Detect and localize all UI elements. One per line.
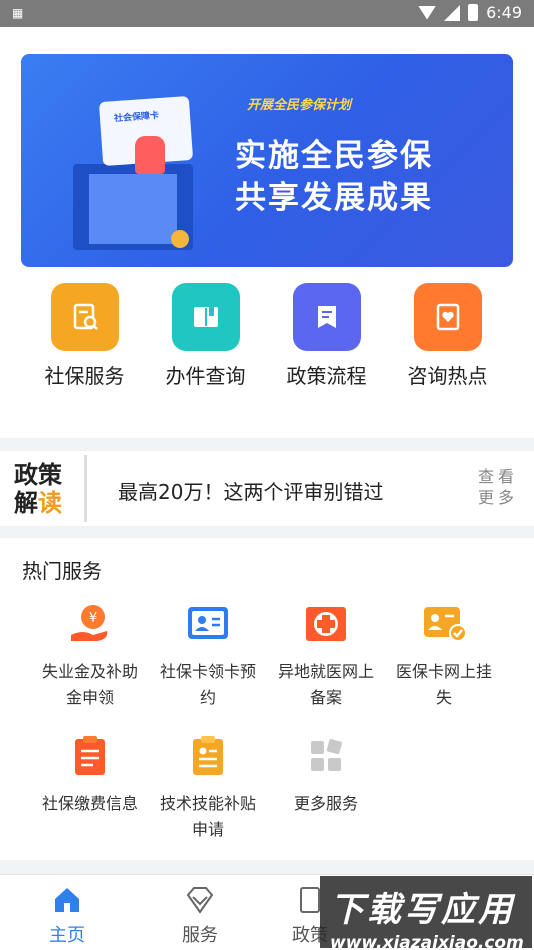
- service-label-line1: 社保缴费信息: [41, 794, 138, 813]
- service-label: 更多服务: [267, 791, 385, 817]
- service-remote-medical[interactable]: 异地就医网上 备案: [267, 601, 385, 711]
- coin-illustration: [171, 230, 189, 248]
- policy-logo-bottom-a: 解: [14, 489, 38, 517]
- quick-item-label: 社保服务: [44, 364, 125, 388]
- status-bar: ▦ 6:49: [0, 0, 534, 27]
- service-label: 社保卡领卡预约: [149, 659, 267, 711]
- service-label: 异地就医网上 备案: [267, 659, 385, 711]
- qr-icon: ▦: [12, 6, 24, 20]
- card-text: 社会保障卡: [113, 111, 160, 125]
- quick-item-label: 咨询热点: [407, 364, 488, 388]
- wifi-icon: [418, 5, 437, 20]
- service-label-line1: 技术技能补贴: [159, 794, 256, 813]
- quick-menu: 社保服务 办件查询 政策流程 咨询热点: [0, 283, 534, 389]
- service-unemployment[interactable]: ¥ 失业金及补助 金申领: [31, 601, 149, 711]
- service-label: 医保卡网上挂失: [385, 659, 503, 711]
- service-card-appointment[interactable]: 社保卡领卡预约: [149, 601, 267, 711]
- section-title: 热门服务: [22, 559, 102, 583]
- policy-headline[interactable]: 最高20万！这两个评审别错过: [118, 476, 383, 505]
- service-label-line2: 约: [199, 688, 216, 707]
- hot-services-section: 热门服务 ¥ 失业金及补助 金申领 社保卡领卡预约 异地就医网上 备案 医保卡网上挂…: [0, 538, 534, 860]
- policy-strip[interactable]: 政策 解读 最高20万！这两个评审别错过 查看 更多: [0, 451, 534, 526]
- nav-services[interactable]: 服务: [160, 885, 240, 947]
- service-label-line1: 更多服务: [293, 794, 358, 813]
- diamond-icon: [186, 887, 214, 914]
- service-skill-subsidy[interactable]: 技术技能补贴 申请: [149, 733, 267, 843]
- nav-label: 服务: [182, 925, 218, 946]
- home-icon: [55, 888, 79, 912]
- watermark-line2: www.xiazaixiao.com: [330, 933, 524, 950]
- status-time: 6:49: [486, 3, 522, 22]
- policy-logo-top: 政策: [14, 461, 62, 489]
- quick-item-label: 办件查询: [165, 364, 246, 388]
- clipboard-yellow-icon: [185, 733, 231, 779]
- banner-headline-1: 实施全民参保: [235, 138, 433, 174]
- medical-cross-icon: [303, 601, 349, 647]
- card-check-icon: [421, 601, 467, 647]
- service-payment-info[interactable]: 社保缴费信息: [31, 733, 149, 817]
- service-more[interactable]: 更多服务: [267, 733, 385, 817]
- doc-search-icon: [50, 283, 119, 351]
- service-label-line2: 申请: [191, 820, 224, 839]
- service-label: 技术技能补贴 申请: [149, 791, 267, 843]
- service-label-line1: 医保卡网上挂: [395, 662, 492, 681]
- person-illustration: [135, 136, 165, 174]
- book-icon: [171, 283, 240, 351]
- signal-icon: [444, 4, 461, 21]
- quick-item-social-service[interactable]: 社保服务: [24, 283, 145, 389]
- service-label: 社保缴费信息: [31, 791, 149, 817]
- service-label-line2: 备案: [309, 688, 342, 707]
- nav-label: 主页: [49, 925, 85, 946]
- battery-icon: [468, 4, 479, 21]
- heart-note-icon: [413, 283, 482, 351]
- clipboard-icon: [67, 733, 113, 779]
- banner-pedestal-inner: [89, 174, 177, 244]
- service-label-line1: 失业金及补助: [41, 662, 138, 681]
- service-label-line1: 异地就医网上: [277, 662, 374, 681]
- watermark-line1: 下载写应用: [330, 890, 515, 930]
- divider: [84, 455, 87, 522]
- view-more-line2: 更多: [478, 488, 519, 507]
- quick-item-policy-process[interactable]: 政策流程: [266, 283, 387, 389]
- service-label: 失业金及补助 金申领: [31, 659, 149, 711]
- grid-more-icon: [303, 733, 349, 779]
- svg-text:¥: ¥: [89, 611, 97, 626]
- view-more-button[interactable]: 查看 更多: [478, 466, 518, 508]
- quick-item-label: 政策流程: [286, 364, 367, 388]
- service-label-line2: 失: [435, 688, 452, 707]
- watermark-overlay: 下载写应用 www.xiazaixiao.com: [320, 876, 532, 950]
- view-more-line1: 查看: [478, 467, 519, 486]
- quick-item-hot-consult[interactable]: 咨询热点: [387, 283, 508, 389]
- promo-banner[interactable]: 社会保障卡 开展全民参保计划 实施全民参保 共享发展成果: [21, 54, 513, 267]
- quick-item-case-query[interactable]: 办件查询: [145, 283, 266, 389]
- banner-headline-2: 共享发展成果: [235, 180, 433, 216]
- policy-logo-bottom-b: 读: [38, 489, 62, 517]
- money-hand-icon: ¥: [67, 601, 113, 647]
- service-card-loss-report[interactable]: 医保卡网上挂失: [385, 601, 503, 711]
- policy-doc-icon: [292, 283, 361, 351]
- policy-logo: 政策 解读: [14, 461, 74, 517]
- banner-tag: 开展全民参保计划: [247, 98, 352, 113]
- id-card-icon: [185, 601, 231, 647]
- service-label-line2: 金申领: [65, 688, 114, 707]
- nav-home[interactable]: 主页: [27, 885, 107, 947]
- service-label-line1: 社保卡领卡预: [159, 662, 256, 681]
